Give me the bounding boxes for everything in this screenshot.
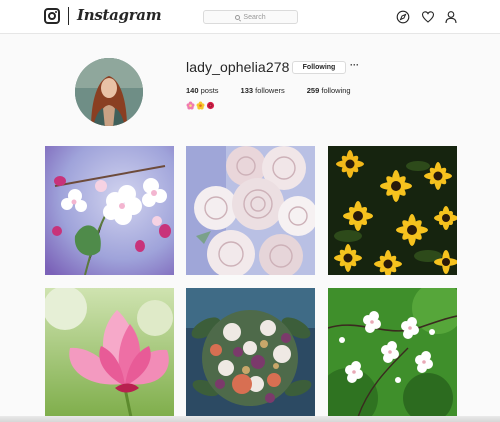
search-icon — [235, 14, 241, 20]
followers-label: followers — [255, 86, 285, 95]
post-tile-white-roses[interactable] — [186, 146, 315, 275]
red-rose-icon — [206, 101, 215, 110]
instagram-wordmark[interactable]: Instagram — [77, 6, 162, 24]
pink-flower-icon — [186, 101, 195, 110]
profile-stats: 140 posts 133 followers 259 following — [186, 86, 373, 95]
following-button[interactable]: Following — [292, 61, 346, 74]
top-nav-bar: Instagram Search — [0, 0, 500, 34]
activity-heart-icon[interactable] — [421, 10, 435, 24]
posts-count: 140 — [186, 86, 199, 95]
posts-label: posts — [200, 86, 219, 95]
followers-stat[interactable]: 133 followers — [241, 86, 285, 95]
post-tile-mixed-bouquet[interactable] — [186, 288, 315, 417]
post-tile-apple-blossom[interactable] — [45, 146, 174, 275]
following-stat[interactable]: 259 following — [307, 86, 351, 95]
search-input[interactable]: Search — [203, 10, 298, 24]
search-placeholder: Search — [243, 13, 266, 21]
bio-emojis — [186, 101, 215, 110]
logo-divider — [68, 7, 69, 25]
post-tile-yellow-daisies[interactable] — [328, 146, 457, 275]
instagram-logo-icon[interactable] — [44, 8, 60, 24]
post-tile-white-blossoms[interactable] — [328, 288, 457, 417]
following-count: 259 — [306, 86, 320, 95]
more-options-button[interactable]: ··· — [350, 60, 359, 70]
following-label: following — [321, 86, 351, 95]
explore-compass-icon[interactable] — [396, 10, 410, 24]
profile-avatar[interactable] — [75, 58, 143, 126]
yellow-flower-icon — [196, 101, 205, 110]
window-bottom-edge — [0, 416, 500, 422]
profile-username: lady_ophelia278 — [186, 59, 290, 75]
post-tile-pink-lotus[interactable] — [45, 288, 174, 417]
profile-user-icon[interactable] — [444, 10, 458, 24]
followers-count: 133 — [240, 86, 254, 95]
posts-count-stat: 140 posts — [186, 86, 219, 95]
